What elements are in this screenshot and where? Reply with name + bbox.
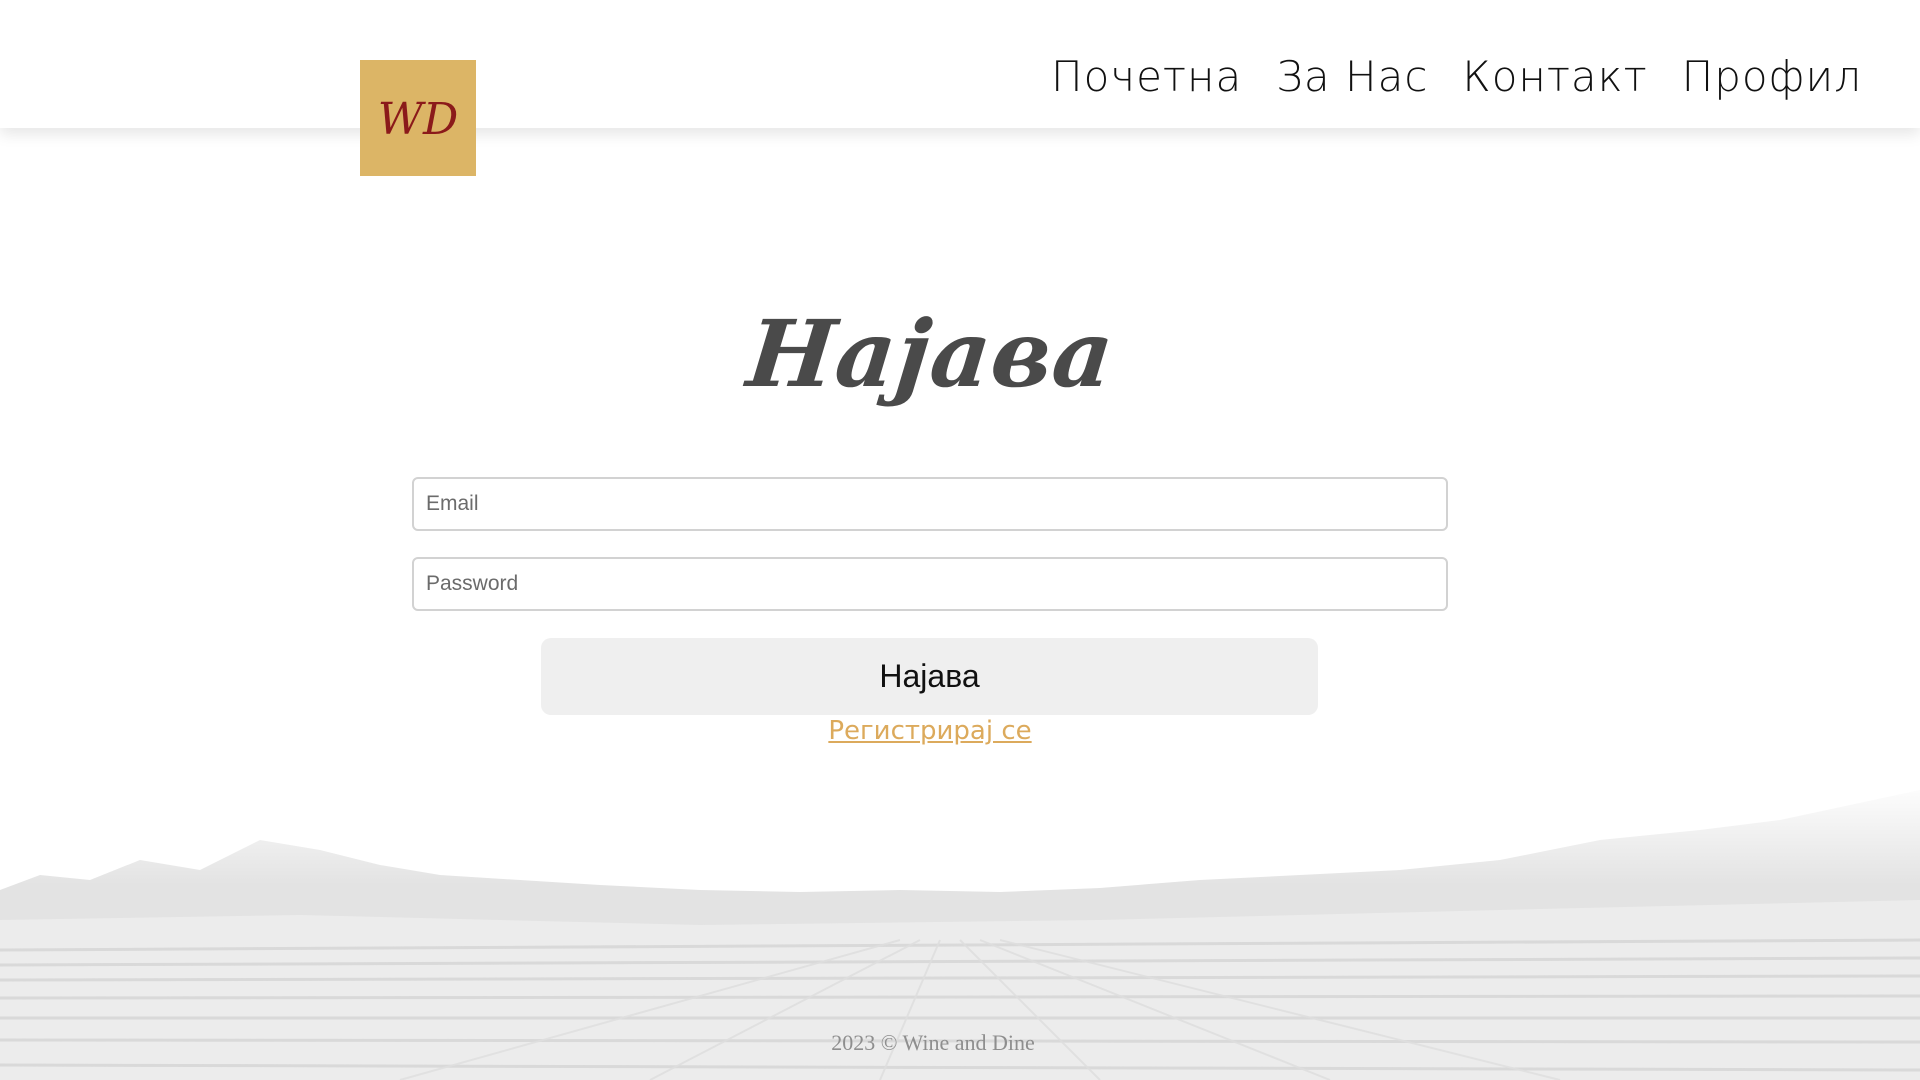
nav-profile[interactable]: Профил (1682, 52, 1862, 101)
main-nav: Почетна За Нас Контакт Профил (1051, 52, 1862, 101)
footer-copyright: 2023 © Wine and Dine (831, 1030, 1035, 1055)
password-field[interactable] (412, 557, 1448, 611)
page: WD Почетна За Нас Контакт Профил Најава … (0, 0, 1920, 1080)
wine-and-dine-logo[interactable]: WD (360, 60, 476, 176)
svg-text:WD: WD (378, 94, 459, 145)
wd-monogram-icon: WD (378, 94, 459, 145)
register-link[interactable]: Регистрирај се (0, 716, 1860, 746)
nav-contact[interactable]: Контакт (1462, 52, 1647, 101)
login-title: Најава (742, 300, 1120, 408)
login-button[interactable]: Најава (541, 638, 1318, 715)
email-field[interactable] (412, 477, 1448, 531)
nav-about[interactable]: За Нас (1276, 52, 1428, 101)
nav-home[interactable]: Почетна (1051, 52, 1242, 101)
